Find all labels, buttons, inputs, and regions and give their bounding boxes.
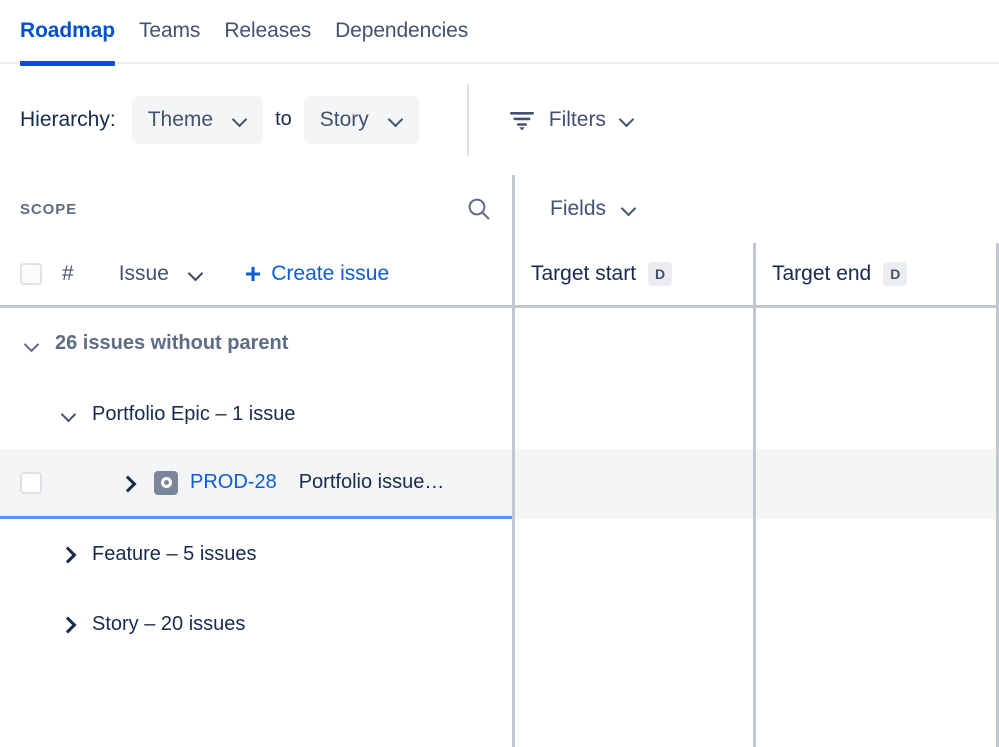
funnel-icon bbox=[509, 109, 535, 131]
hierarchy-to-value: Story bbox=[320, 108, 369, 132]
column-target-end: Target end D bbox=[756, 243, 999, 747]
tree-row-issues-without-parent[interactable]: 26 issues without parent bbox=[0, 308, 512, 379]
cell-empty[interactable] bbox=[515, 308, 753, 379]
rank-column-header: # bbox=[62, 262, 74, 286]
fields-toolbar: Fields bbox=[515, 175, 999, 243]
hierarchy-from-select[interactable]: Theme bbox=[132, 96, 263, 144]
cell-empty[interactable] bbox=[756, 519, 996, 589]
tab-roadmap[interactable]: Roadmap bbox=[20, 0, 127, 64]
tree-row-prod-28[interactable]: PROD-28 Portfolio issue… bbox=[0, 449, 512, 519]
toolbar-divider bbox=[467, 84, 469, 156]
plus-icon: + bbox=[245, 264, 261, 284]
tree-row-label: Feature – 5 issues bbox=[92, 543, 257, 566]
issue-key-link[interactable]: PROD-28 bbox=[190, 471, 277, 494]
search-icon[interactable] bbox=[466, 196, 492, 222]
column-target-end-body bbox=[756, 308, 996, 747]
chevron-right-icon[interactable] bbox=[120, 475, 136, 491]
cell-empty-selected[interactable] bbox=[515, 449, 753, 519]
cell-empty[interactable] bbox=[756, 308, 996, 379]
tree-row-label: Story – 20 issues bbox=[92, 613, 245, 636]
tab-teams[interactable]: Teams bbox=[127, 0, 212, 64]
tab-releases[interactable]: Releases bbox=[212, 0, 323, 64]
tab-dependencies-label: Dependencies bbox=[335, 19, 468, 42]
hierarchy-to-select[interactable]: Story bbox=[304, 96, 419, 144]
date-type-badge: D bbox=[883, 262, 907, 286]
chevron-down-icon bbox=[622, 202, 636, 216]
tab-roadmap-label: Roadmap bbox=[20, 19, 115, 42]
fields-button[interactable]: Fields bbox=[550, 197, 636, 221]
create-issue-button[interactable]: + Create issue bbox=[245, 262, 389, 286]
roadmap-app: Roadmap Teams Releases Dependencies Hier… bbox=[0, 0, 999, 747]
chevron-right-icon[interactable] bbox=[60, 616, 76, 632]
filters-button[interactable]: Filters bbox=[505, 102, 638, 138]
tree-row-label: Portfolio Epic – 1 issue bbox=[92, 403, 295, 426]
hierarchy-label: Hierarchy: bbox=[20, 108, 116, 132]
column-target-start-header[interactable]: Target start D bbox=[515, 243, 753, 308]
tab-teams-label: Teams bbox=[139, 19, 200, 42]
hierarchy-from-value: Theme bbox=[148, 108, 213, 132]
portfolio-epic-ring bbox=[161, 477, 172, 488]
hierarchy-toolbar: Hierarchy: Theme to Story Filters bbox=[0, 64, 999, 175]
row-checkbox[interactable] bbox=[20, 472, 42, 494]
scope-panel: SCOPE # Issue + Create issue bbox=[0, 175, 515, 747]
chevron-down-icon[interactable] bbox=[23, 336, 39, 352]
chevron-down-icon bbox=[389, 113, 403, 127]
tree-row-story-group[interactable]: Story – 20 issues bbox=[0, 589, 512, 659]
select-all-checkbox[interactable] bbox=[20, 263, 42, 285]
column-target-start-label: Target start bbox=[531, 262, 636, 286]
tree-row-label: 26 issues without parent bbox=[55, 332, 288, 355]
cell-empty[interactable] bbox=[756, 589, 996, 659]
chevron-down-icon bbox=[189, 267, 203, 281]
main-tab-bar: Roadmap Teams Releases Dependencies bbox=[0, 0, 999, 64]
cell-empty[interactable] bbox=[515, 379, 753, 449]
cell-empty-selected[interactable] bbox=[756, 449, 996, 519]
scope-header: SCOPE bbox=[0, 175, 512, 243]
tree-row-feature-group[interactable]: Feature – 5 issues bbox=[0, 519, 512, 589]
tree-row-portfolio-epic-group[interactable]: Portfolio Epic – 1 issue bbox=[0, 379, 512, 449]
column-target-start-body bbox=[515, 308, 753, 747]
cell-empty[interactable] bbox=[756, 379, 996, 449]
column-target-end-header[interactable]: Target end D bbox=[756, 243, 996, 308]
cell-empty[interactable] bbox=[515, 589, 753, 659]
issue-column-label: Issue bbox=[119, 262, 169, 286]
tab-dependencies[interactable]: Dependencies bbox=[323, 0, 480, 64]
chevron-down-icon bbox=[233, 113, 247, 127]
column-target-end-label: Target end bbox=[772, 262, 871, 286]
fields-label: Fields bbox=[550, 197, 606, 221]
create-issue-label: Create issue bbox=[271, 262, 389, 286]
hierarchy-to-word: to bbox=[275, 108, 292, 131]
column-target-start: Target start D bbox=[515, 243, 756, 747]
date-type-badge: D bbox=[648, 262, 672, 286]
issue-summary[interactable]: Portfolio issue… bbox=[299, 471, 445, 494]
chevron-down-icon[interactable] bbox=[60, 406, 76, 422]
scope-column-header: # Issue + Create issue bbox=[0, 243, 512, 308]
chevron-down-icon bbox=[620, 113, 634, 127]
chevron-right-icon[interactable] bbox=[60, 546, 76, 562]
issue-tree: 26 issues without parent Portfolio Epic … bbox=[0, 308, 512, 659]
scope-title: SCOPE bbox=[20, 201, 466, 218]
roadmap-body: SCOPE # Issue + Create issue bbox=[0, 175, 999, 747]
field-columns: Target start D Target end D bbox=[515, 243, 999, 747]
portfolio-epic-icon bbox=[154, 471, 178, 495]
cell-empty[interactable] bbox=[515, 519, 753, 589]
issue-column-sort-button[interactable]: Issue bbox=[119, 262, 203, 286]
tab-releases-label: Releases bbox=[224, 19, 311, 42]
filters-label: Filters bbox=[549, 108, 606, 132]
fields-area: Fields Target start D bbox=[515, 175, 999, 747]
